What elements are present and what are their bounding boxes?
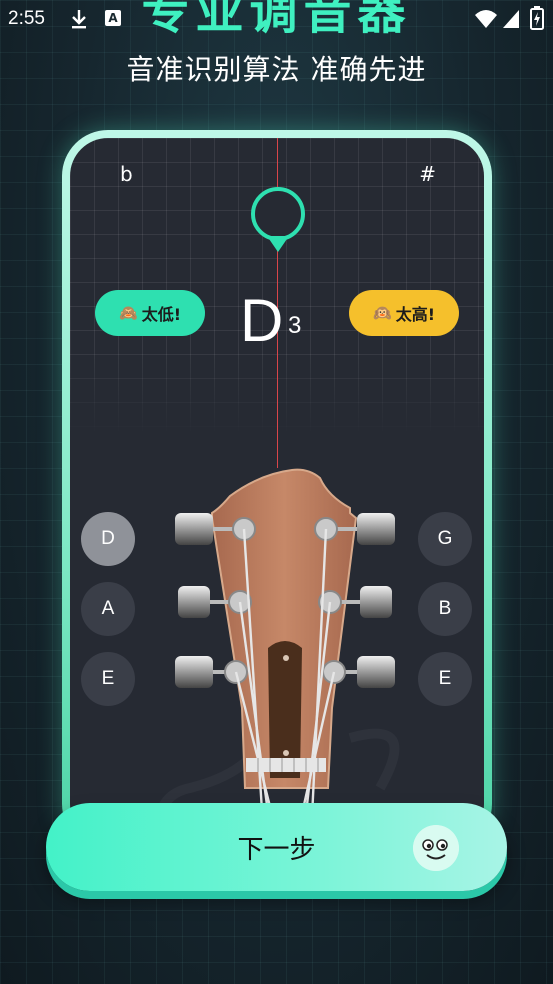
status-time: 2:55: [8, 8, 45, 29]
too-low-indicator: 🙈 太低!: [95, 290, 205, 336]
monkey-hear-no-evil-icon: 🙉: [373, 304, 392, 322]
download-icon: [72, 10, 86, 29]
detected-note: D: [240, 287, 284, 354]
tuner-panel: b # 🙈 太低! 🙉 太高! D 3 D A E G B E: [70, 138, 484, 842]
wifi-icon: [475, 10, 497, 28]
status-bar: 2:55 A: [0, 0, 553, 38]
sharp-symbol: #: [419, 162, 436, 186]
string-button-right-1[interactable]: G: [418, 512, 472, 566]
too-high-label: 太高!: [395, 305, 435, 324]
string-button-left-2[interactable]: A: [81, 582, 135, 636]
smiley-face-icon: [413, 825, 459, 871]
guitar-headstock-illustration: [153, 468, 400, 842]
next-step-button[interactable]: 下一步: [46, 803, 507, 891]
detected-octave: 3: [288, 312, 302, 339]
too-high-indicator: 🙉 太高!: [349, 290, 459, 336]
page-subtitle: 音准识别算法 准确先进: [126, 53, 427, 86]
string-button-left-1[interactable]: D: [81, 512, 135, 566]
pitch-indicator-icon: [251, 187, 305, 252]
battery-icon: [530, 6, 544, 30]
string-button-right-3[interactable]: E: [418, 652, 472, 706]
string-button-left-3[interactable]: E: [81, 652, 135, 706]
tuner-card: b # 🙈 太低! 🙉 太高! D 3 D A E G B E: [62, 130, 492, 850]
string-button-right-2[interactable]: B: [418, 582, 472, 636]
flat-symbol: b: [120, 162, 133, 186]
next-step-label: 下一步: [237, 834, 316, 865]
too-low-label: 太低!: [141, 305, 181, 324]
notification-icon: A: [105, 10, 121, 26]
cellular-signal-icon: [503, 10, 519, 28]
monkey-see-no-evil-icon: 🙈: [119, 304, 138, 322]
